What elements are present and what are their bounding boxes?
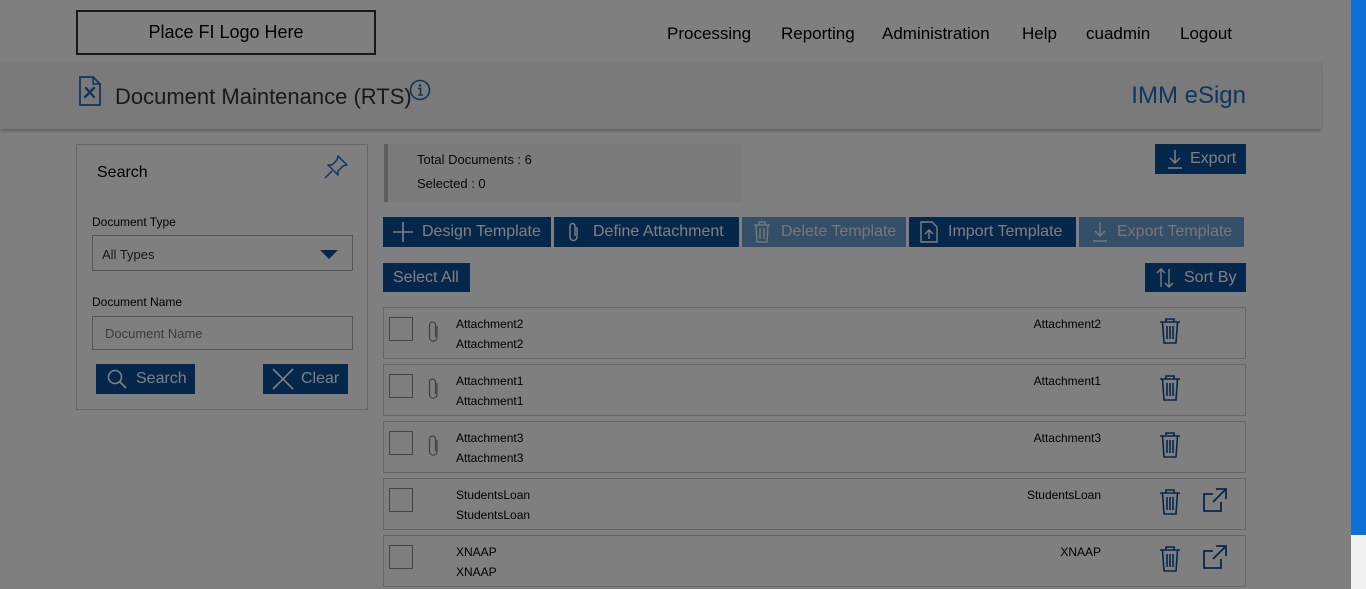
document-label-right: Attachment3 — [1033, 431, 1101, 445]
document-label-right: StudentsLoan — [1026, 488, 1101, 502]
document-name: StudentsLoan — [456, 488, 531, 502]
select-all-label: Select All — [393, 268, 459, 286]
clear-button[interactable]: Clear — [263, 364, 348, 394]
trash-icon[interactable] — [1158, 431, 1182, 459]
row-checkbox[interactable] — [389, 488, 413, 512]
document-row[interactable]: Attachment2 Attachment2 Attachment2 — [383, 307, 1246, 359]
open-external-icon[interactable] — [1201, 486, 1229, 514]
clear-button-label: Clear — [301, 370, 340, 387]
paperclip-icon — [569, 222, 578, 242]
total-documents-text: Total Documents : 6 — [417, 152, 532, 167]
trash-icon — [754, 221, 770, 243]
documents-summary: Total Documents : 6 Selected : 0 — [384, 144, 742, 202]
document-label-right: Attachment1 — [1033, 374, 1101, 388]
chevron-down-icon — [320, 250, 338, 259]
info-icon[interactable] — [409, 79, 431, 101]
export-template-button[interactable]: Export Template — [1079, 217, 1244, 247]
trash-icon[interactable] — [1158, 488, 1182, 516]
nav-processing[interactable]: Processing — [667, 24, 751, 44]
pin-icon[interactable] — [322, 153, 350, 181]
page-title: Document Maintenance (RTS) — [115, 84, 412, 109]
row-checkbox[interactable] — [389, 431, 413, 455]
document-wrench-icon — [79, 76, 101, 106]
design-template-button[interactable]: Design Template — [383, 217, 551, 247]
document-subname: Attachment1 — [456, 394, 524, 408]
document-name-label: Document Name — [92, 295, 183, 309]
trash-icon[interactable] — [1158, 545, 1182, 573]
define-attachment-button[interactable]: Define Attachment — [554, 217, 739, 247]
document-row[interactable]: Attachment3 Attachment3 Attachment3 — [383, 421, 1246, 473]
brand-name: IMM eSign — [1131, 82, 1246, 109]
download-icon — [1168, 150, 1182, 169]
search-heading: Search — [97, 164, 148, 181]
row-checkbox[interactable] — [389, 317, 413, 341]
upload-document-icon — [920, 221, 938, 243]
plus-icon — [393, 222, 413, 242]
document-row[interactable]: StudentsLoan StudentsLoan StudentsLoan — [383, 478, 1246, 530]
nav-reporting[interactable]: Reporting — [781, 24, 855, 44]
document-subname: Attachment2 — [456, 337, 524, 351]
document-subname: XNAAP — [456, 565, 497, 579]
document-name: XNAAP — [456, 545, 497, 559]
nav-user-cuadmin[interactable]: cuadmin — [1086, 24, 1150, 44]
page-header-band: Document Maintenance (RTS) IMM eSign — [0, 62, 1321, 129]
delete-template-button[interactable]: Delete Template — [742, 217, 906, 247]
sort-by-button[interactable]: Sort By — [1145, 263, 1246, 292]
document-name: Attachment1 — [456, 374, 524, 388]
trash-icon[interactable] — [1158, 317, 1182, 345]
import-template-label: Import Template — [948, 223, 1063, 240]
search-icon — [107, 369, 127, 389]
search-button-label: Search — [136, 370, 187, 387]
select-all-button[interactable]: Select All — [383, 263, 470, 292]
document-name: Attachment3 — [456, 431, 524, 445]
design-template-label: Design Template — [422, 223, 541, 240]
download-icon — [1093, 222, 1107, 242]
nav-help[interactable]: Help — [1022, 24, 1057, 44]
document-name-input[interactable] — [92, 316, 353, 350]
import-template-button[interactable]: Import Template — [909, 217, 1076, 247]
export-button-label: Export — [1190, 150, 1237, 167]
document-subname: StudentsLoan — [456, 508, 531, 522]
trash-icon[interactable] — [1158, 374, 1182, 402]
paperclip-icon — [428, 435, 438, 456]
document-type-label: Document Type — [92, 215, 176, 229]
document-subname: Attachment3 — [456, 451, 524, 465]
document-row[interactable]: Attachment1 Attachment1 Attachment1 — [383, 364, 1246, 416]
paperclip-icon — [428, 378, 438, 399]
document-label-right: XNAAP — [1060, 545, 1101, 559]
export-button[interactable]: Export — [1155, 144, 1246, 174]
paperclip-icon — [428, 321, 438, 342]
search-button[interactable]: Search — [96, 364, 195, 394]
fi-logo-placeholder[interactable]: Place FI Logo Here — [76, 10, 376, 55]
row-checkbox[interactable] — [389, 374, 413, 398]
sort-arrows-icon — [1156, 267, 1174, 288]
nav-logout[interactable]: Logout — [1180, 24, 1232, 44]
selected-count-text: Selected : 0 — [417, 176, 486, 191]
document-name: Attachment2 — [456, 317, 524, 331]
search-panel: Search Document Type All Types Document … — [76, 144, 368, 410]
define-attachment-label: Define Attachment — [593, 223, 724, 240]
page: Place FI Logo Here Processing Reporting … — [0, 0, 1351, 589]
close-icon — [272, 368, 294, 390]
document-label-right: Attachment2 — [1033, 317, 1101, 331]
nav-administration[interactable]: Administration — [882, 24, 990, 44]
row-checkbox[interactable] — [389, 545, 413, 569]
scrollbar-thumb[interactable] — [1351, 0, 1366, 535]
sort-by-label: Sort By — [1184, 268, 1237, 286]
open-external-icon[interactable] — [1201, 543, 1229, 571]
document-row[interactable]: XNAAP XNAAP XNAAP — [383, 535, 1246, 587]
document-type-value: All Types — [102, 247, 155, 262]
export-template-label: Export Template — [1117, 223, 1233, 240]
document-type-select[interactable]: All Types — [92, 235, 353, 271]
delete-template-label: Delete Template — [781, 223, 897, 240]
